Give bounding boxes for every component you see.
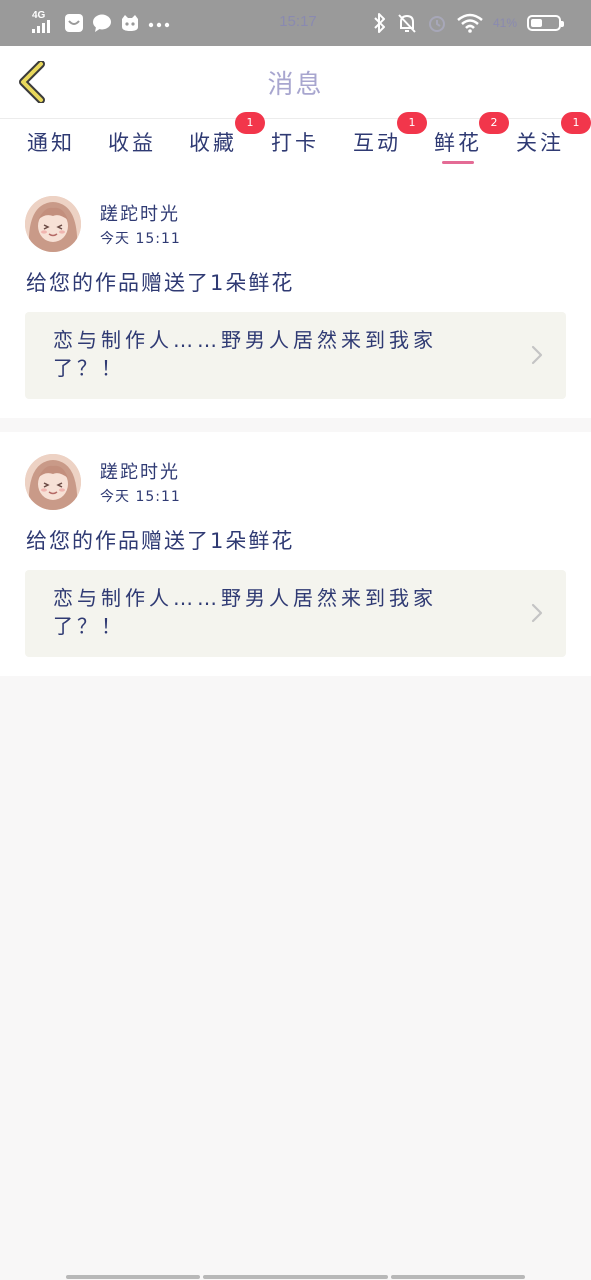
header: 消息 [0,46,591,118]
alarm-icon [428,16,445,32]
message-card: 蹉跎时光 今天 15:11 给您的作品赠送了1朵鲜花 恋与制作人……野男人居然来… [0,432,591,676]
tab-label: 收益 [108,131,156,155]
status-right-icons: 41% [373,10,564,36]
chevron-right-icon [531,603,543,623]
nav-segment[interactable] [391,1275,525,1279]
status-left-icons: 4G [30,10,170,36]
avatar[interactable] [25,196,81,252]
tab-favorites[interactable]: 收藏 1 [177,112,265,173]
tab-bar: 通知 收益 收藏 1 打卡 互动 1 鲜花 2 关注 1 [0,112,591,174]
tab-label: 打卡 [271,131,319,155]
username[interactable]: 蹉跎时光 [100,200,180,226]
app-notification-icon [65,14,83,32]
tab-following[interactable]: 关注 1 [504,112,591,173]
tab-checkin[interactable]: 打卡 [259,119,331,173]
tab-interactions[interactable]: 互动 1 [341,112,427,173]
nav-segment[interactable] [203,1275,388,1279]
message-card: 蹉跎时光 今天 15:11 给您的作品赠送了1朵鲜花 恋与制作人……野男人居然来… [0,174,591,418]
tab-notifications[interactable]: 通知 [15,119,87,173]
chat-icon [93,14,111,32]
chevron-right-icon [531,345,543,365]
user-avatar-icon [25,196,81,252]
wifi-icon [457,13,483,33]
work-link[interactable]: 恋与制作人……野男人居然来到我家了？！ [25,312,566,399]
user-avatar-icon [25,454,81,510]
battery-percent: 41% [492,16,517,30]
username[interactable]: 蹉跎时光 [100,458,180,484]
battery-level [531,19,542,27]
avatar[interactable] [25,454,81,510]
work-title: 恋与制作人……野男人居然来到我家了？！ [53,328,437,380]
tab-flowers[interactable]: 鲜花 2 [422,112,509,173]
tab-badge: 1 [561,112,591,134]
work-link[interactable]: 恋与制作人……野男人居然来到我家了？！ [25,570,566,657]
more-dots-icon [148,22,170,28]
tab-label: 通知 [27,131,75,155]
system-nav-bar[interactable] [66,1275,526,1280]
cat-app-icon [122,15,138,31]
bluetooth-icon [374,13,385,33]
work-title: 恋与制作人……野男人居然来到我家了？！ [53,586,437,638]
signal-icon: 4G [30,11,56,35]
status-time: 15:17 [279,13,317,30]
timestamp: 今天 15:11 [100,231,181,247]
page-title: 消息 [267,70,324,100]
timestamp: 今天 15:11 [100,489,181,505]
active-tab-indicator [442,161,474,164]
message-text: 给您的作品赠送了1朵鲜花 [26,271,295,295]
mute-bell-icon [398,14,416,33]
nav-segment[interactable] [66,1275,200,1279]
status-bar: 4G 15:17 41% [0,0,591,46]
tab-earnings[interactable]: 收益 [96,119,168,173]
message-text: 给您的作品赠送了1朵鲜花 [26,529,295,553]
battery-icon [527,15,564,31]
